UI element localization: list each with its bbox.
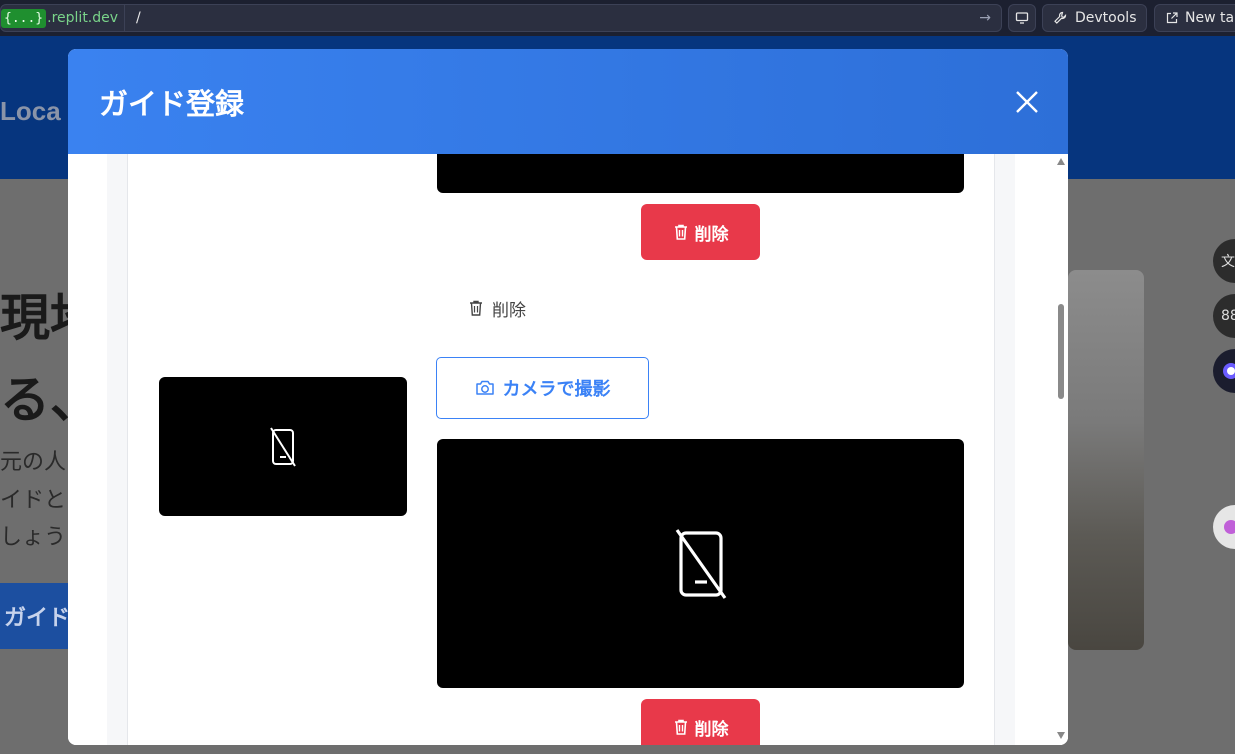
delete-button[interactable]: 削除 <box>641 699 760 745</box>
screen-button[interactable] <box>1008 4 1036 32</box>
guide-registration-modal: ガイド登録 削除 削除 カメラで撮影 削除 <box>68 49 1068 745</box>
background-para-line1: 元の人 <box>0 450 67 475</box>
delete-button-label: 削除 <box>694 224 729 244</box>
delete-link[interactable]: 削除 <box>468 295 526 321</box>
url-path: / <box>136 10 141 26</box>
take-photo-button[interactable]: カメラで撮影 <box>436 357 649 419</box>
background-para-line2: イドと <box>0 488 67 513</box>
monitor-icon <box>1015 12 1029 24</box>
new-tab-button[interactable]: New tab <box>1154 4 1235 32</box>
card-border-right <box>994 154 995 745</box>
devtools-label: Devtools <box>1075 10 1137 26</box>
close-icon <box>1016 91 1038 113</box>
scrollbar-thumb[interactable] <box>1058 304 1064 399</box>
address-divider <box>124 4 126 32</box>
no-device-icon <box>270 426 296 467</box>
devtools-button[interactable]: Devtools <box>1042 4 1147 32</box>
background-para-line3: しょう <box>0 525 67 550</box>
trash-icon <box>674 719 687 735</box>
delete-button-label: 削除 <box>694 719 729 739</box>
browser-toolbar: {...} .replit.dev / → Devtools New tab <box>0 0 1235 36</box>
background-guide-button: ガイド <box>0 583 70 649</box>
form-gutter-left <box>107 154 127 745</box>
new-tab-label: New tab <box>1185 10 1235 26</box>
assistant-icon <box>1223 363 1235 379</box>
close-button[interactable] <box>1012 87 1042 117</box>
wrench-icon <box>1054 11 1067 24</box>
go-arrow-icon[interactable]: → <box>979 10 991 26</box>
external-link-icon <box>1166 12 1178 24</box>
background-photo <box>1068 270 1144 650</box>
extension-icon <box>1224 520 1235 534</box>
scroll-down-arrow-icon[interactable] <box>1057 732 1065 739</box>
modal-header: ガイド登録 <box>68 49 1068 154</box>
camera-icon <box>475 380 494 395</box>
trash-icon <box>674 224 687 240</box>
camera-preview-top <box>437 154 964 193</box>
trash-icon <box>470 300 482 316</box>
address-bar[interactable]: {...} .replit.dev / → <box>0 4 1002 32</box>
delete-link-label: 削除 <box>492 300 526 321</box>
scrollbar[interactable] <box>1053 154 1068 745</box>
form-gutter-right <box>995 154 1015 745</box>
domain-chip: {...} <box>1 8 47 28</box>
modal-title: ガイド登録 <box>99 87 245 121</box>
domain-text: .replit.dev <box>47 10 119 26</box>
camera-preview-small <box>159 377 407 516</box>
card-border-left <box>127 154 128 745</box>
scroll-up-arrow-icon[interactable] <box>1057 158 1065 165</box>
camera-preview-large <box>437 439 964 688</box>
delete-button[interactable]: 削除 <box>641 204 760 260</box>
modal-body: 削除 削除 カメラで撮影 削除 <box>68 154 1068 745</box>
no-device-icon <box>675 528 726 599</box>
take-photo-label: カメラで撮影 <box>502 379 611 399</box>
background-logo: Loca <box>0 96 61 126</box>
